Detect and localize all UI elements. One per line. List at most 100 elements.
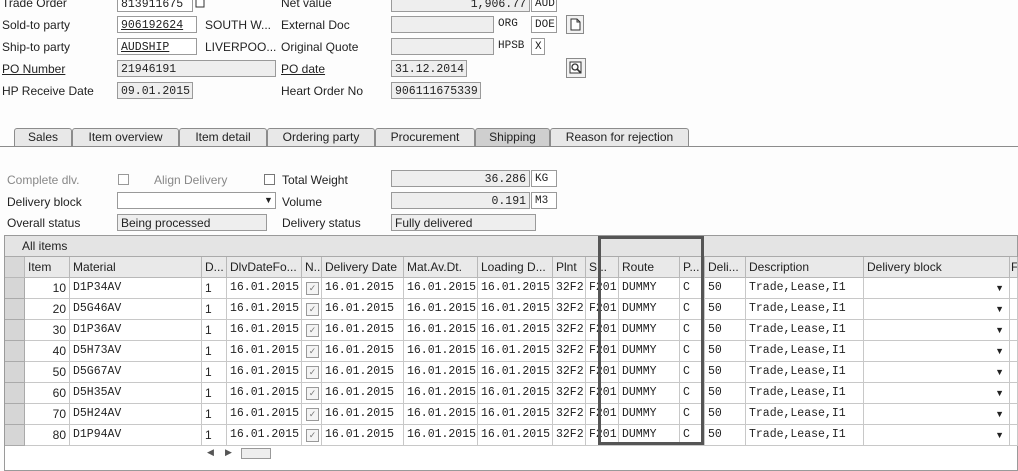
- cell-n[interactable]: ✓: [302, 362, 322, 383]
- col-description[interactable]: Description: [746, 257, 864, 278]
- scroll-thumb[interactable]: [241, 448, 271, 459]
- external-doc-field[interactable]: [391, 16, 494, 33]
- ship-to-field[interactable]: AUDSHIP: [117, 38, 197, 55]
- horizontal-scrollbar[interactable]: ◀ ▶: [203, 447, 273, 460]
- cell-material: D5G67AV: [70, 362, 202, 383]
- display-icon[interactable]: [566, 58, 586, 78]
- col-delivery-date[interactable]: Delivery Date: [322, 257, 404, 278]
- row-selector[interactable]: [5, 341, 25, 362]
- chevron-down-icon[interactable]: ▼: [995, 383, 1004, 403]
- cell-n[interactable]: ✓: [302, 425, 322, 446]
- checked-checkbox-icon[interactable]: ✓: [306, 345, 319, 358]
- cell-n[interactable]: ✓: [302, 404, 322, 425]
- cell-delivery-block[interactable]: ▼: [864, 299, 1010, 320]
- cell-n[interactable]: ✓: [302, 299, 322, 320]
- checked-checkbox-icon[interactable]: ✓: [306, 387, 319, 400]
- row-selector[interactable]: [5, 362, 25, 383]
- col-f[interactable]: F: [1010, 257, 1018, 278]
- row-selector[interactable]: [5, 278, 25, 299]
- col-d[interactable]: D...: [202, 257, 227, 278]
- cell-delivery-block[interactable]: ▼: [864, 425, 1010, 446]
- complete-dlv-checkbox[interactable]: [118, 174, 129, 185]
- chevron-down-icon[interactable]: ▼: [995, 341, 1004, 361]
- row-selector[interactable]: [5, 425, 25, 446]
- tab-item-detail[interactable]: Item detail: [179, 128, 267, 146]
- tab-ordering-party[interactable]: Ordering party: [267, 128, 375, 146]
- document-icon[interactable]: [194, 0, 206, 8]
- checked-checkbox-icon[interactable]: ✓: [306, 282, 319, 295]
- chevron-down-icon[interactable]: ▼: [995, 299, 1004, 319]
- cell-f: [1010, 299, 1018, 320]
- sold-to-name: SOUTH W...: [205, 18, 271, 32]
- cell-delivery-block[interactable]: ▼: [864, 362, 1010, 383]
- original-quote-field[interactable]: [391, 38, 494, 55]
- col-dlvdatefo[interactable]: DlvDateFo...: [227, 257, 302, 278]
- heart-order-field[interactable]: 906111675339: [391, 82, 481, 99]
- cell-delivery-block[interactable]: ▼: [864, 320, 1010, 341]
- cell-n[interactable]: ✓: [302, 341, 322, 362]
- delivery-block-select[interactable]: [117, 192, 276, 209]
- cell-s: F201: [586, 404, 619, 425]
- cell-mat-av-dt: 16.01.2015: [404, 278, 478, 299]
- checked-checkbox-icon[interactable]: ✓: [306, 408, 319, 421]
- cell-d: 1: [202, 404, 227, 425]
- cell-route: DUMMY: [619, 362, 680, 383]
- po-date-field[interactable]: 31.12.2014: [391, 60, 467, 77]
- col-material[interactable]: Material: [70, 257, 202, 278]
- row-selector[interactable]: [5, 383, 25, 404]
- col-loading-date[interactable]: Loading D...: [478, 257, 553, 278]
- scroll-left-icon[interactable]: ◀: [207, 447, 214, 458]
- tab-sales[interactable]: Sales: [14, 128, 72, 146]
- cell-delivery-block[interactable]: ▼: [864, 278, 1010, 299]
- scroll-right-icon[interactable]: ▶: [225, 447, 232, 458]
- cell-description: Trade,Lease,I1: [746, 320, 864, 341]
- checked-checkbox-icon[interactable]: ✓: [306, 429, 319, 442]
- cell-n[interactable]: ✓: [302, 383, 322, 404]
- col-s[interactable]: S...: [586, 257, 619, 278]
- row-selector[interactable]: [5, 404, 25, 425]
- tab-procurement[interactable]: Procurement: [375, 128, 475, 146]
- checked-checkbox-icon[interactable]: ✓: [306, 366, 319, 379]
- po-date-label[interactable]: PO date: [281, 62, 325, 76]
- document-icon[interactable]: [566, 15, 584, 34]
- col-p[interactable]: P...: [680, 257, 705, 278]
- row-selector[interactable]: [5, 299, 25, 320]
- tab-shipping[interactable]: Shipping: [475, 128, 550, 146]
- po-number-label[interactable]: PO Number: [2, 62, 65, 76]
- checked-checkbox-icon[interactable]: ✓: [306, 303, 319, 316]
- col-item[interactable]: Item: [25, 257, 70, 278]
- chevron-down-icon[interactable]: ▼: [995, 320, 1004, 340]
- hp-receive-date-field[interactable]: 09.01.2015: [117, 82, 193, 99]
- cell-n[interactable]: ✓: [302, 320, 322, 341]
- col-n[interactable]: N..: [302, 257, 322, 278]
- chevron-down-icon[interactable]: ▼: [995, 278, 1004, 298]
- col-plnt[interactable]: Plnt: [553, 257, 586, 278]
- col-mat-av-dt[interactable]: Mat.Av.Dt.: [404, 257, 478, 278]
- select-all-cell[interactable]: [5, 257, 25, 278]
- chevron-down-icon[interactable]: ▼: [995, 362, 1004, 382]
- col-deli[interactable]: Deli...: [705, 257, 746, 278]
- chevron-down-icon[interactable]: ▼: [995, 425, 1004, 445]
- col-route[interactable]: Route: [619, 257, 680, 278]
- cell-item: 80: [25, 425, 70, 446]
- cell-f: [1010, 362, 1018, 383]
- po-number-field[interactable]: 21946191: [117, 60, 276, 77]
- tab-reason-for-rejection[interactable]: Reason for rejection: [550, 128, 689, 146]
- cell-s: F201: [586, 425, 619, 446]
- sold-to-field[interactable]: 906192624: [117, 16, 197, 33]
- align-delivery-checkbox[interactable]: [264, 174, 275, 185]
- tab-item-overview[interactable]: Item overview: [72, 128, 179, 146]
- cell-loading-date: 16.01.2015: [478, 425, 553, 446]
- cell-delivery-block[interactable]: ▼: [864, 404, 1010, 425]
- row-selector[interactable]: [5, 320, 25, 341]
- chevron-down-icon[interactable]: ▼: [264, 195, 273, 205]
- cell-material: D5H24AV: [70, 404, 202, 425]
- chevron-down-icon[interactable]: ▼: [995, 404, 1004, 424]
- cell-delivery-block[interactable]: ▼: [864, 383, 1010, 404]
- cell-p: C: [680, 320, 705, 341]
- checked-checkbox-icon[interactable]: ✓: [306, 324, 319, 337]
- trade-order-field[interactable]: 813911675: [117, 0, 193, 12]
- cell-n[interactable]: ✓: [302, 278, 322, 299]
- cell-delivery-block[interactable]: ▼: [864, 341, 1010, 362]
- col-delivery-block[interactable]: Delivery block: [864, 257, 1010, 278]
